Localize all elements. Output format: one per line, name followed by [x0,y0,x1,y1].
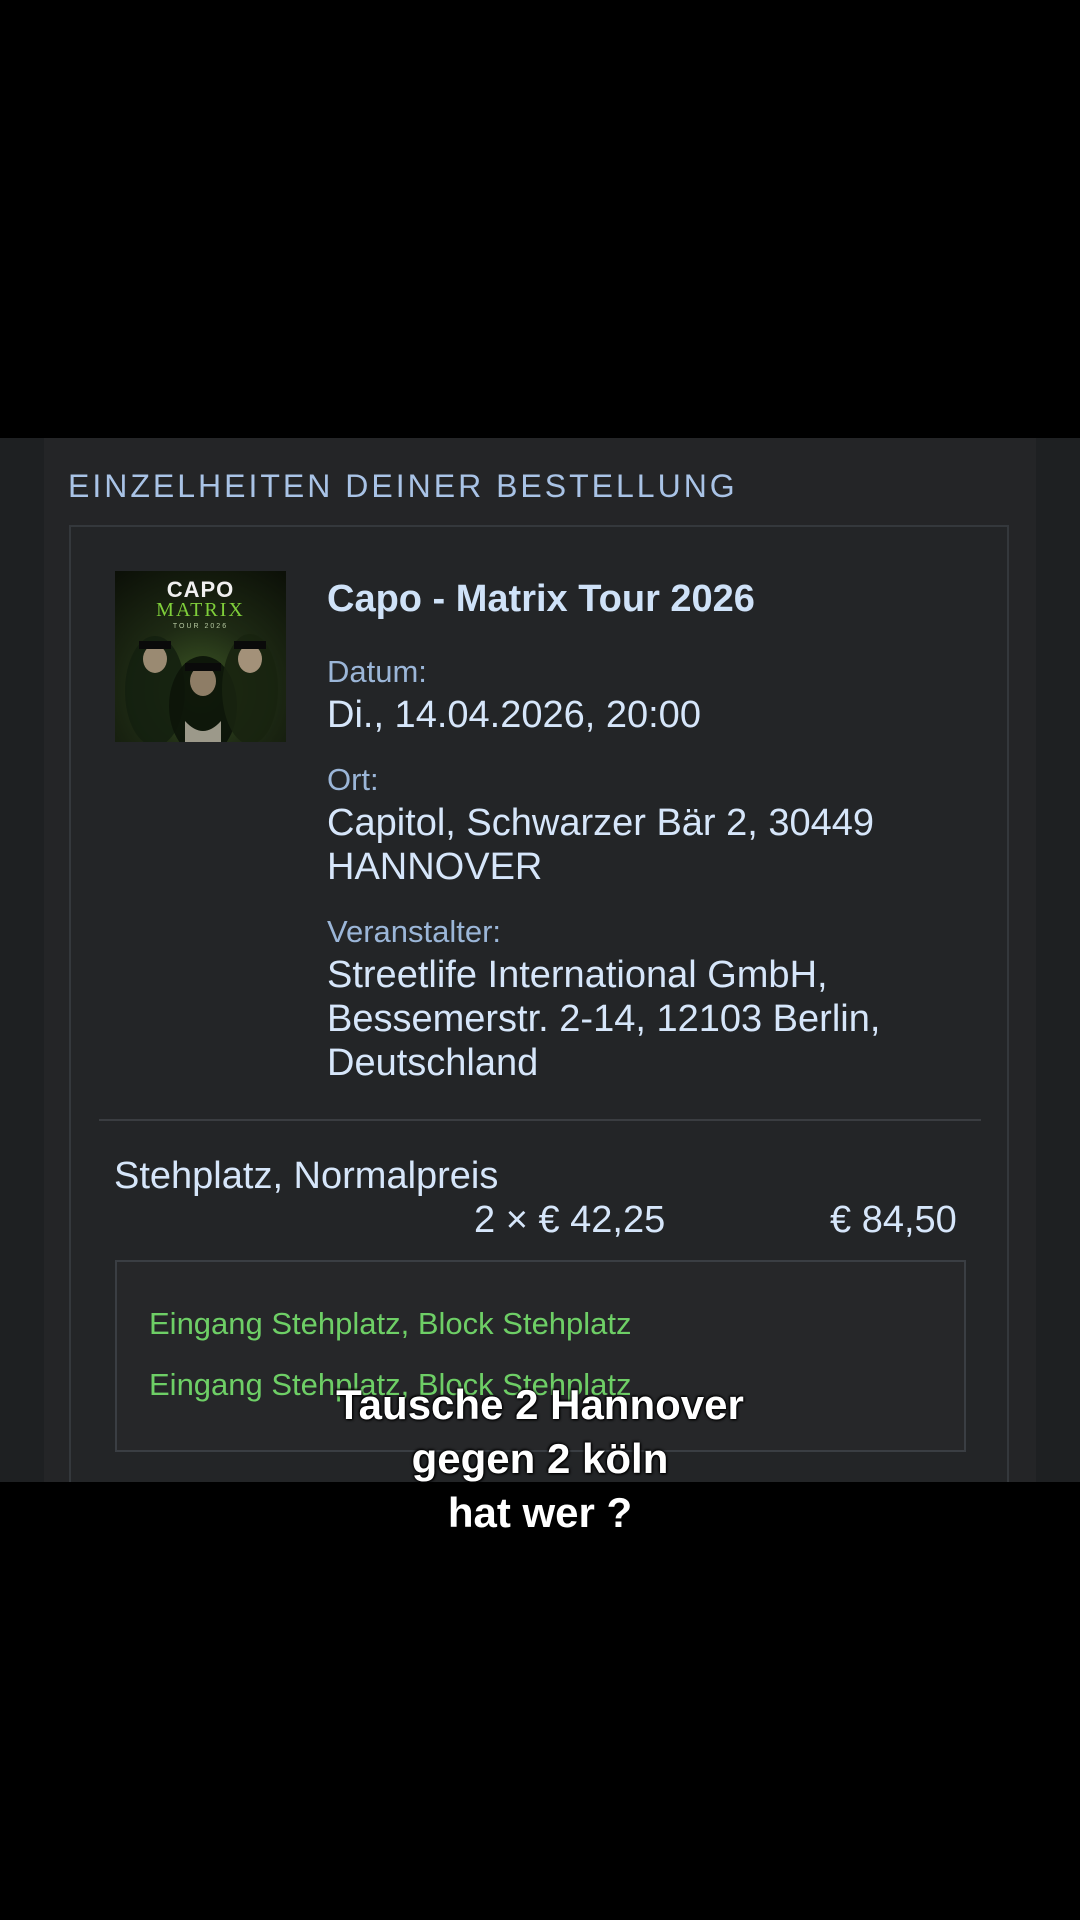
date-label: Datum: [327,654,427,689]
caption-line: Tausche 2 Hannover [336,1381,744,1428]
section-title: EINZELHEITEN DEINER BESTELLUNG [68,468,738,504]
event-title: Capo - Matrix Tour 2026 [327,578,755,620]
caption-line: gegen 2 köln [411,1435,669,1482]
event-poster-image: CAPO MATRIX TOUR 2026 [115,571,286,742]
divider [99,1119,981,1121]
venue-value: Capitol, Schwarzer Bär 2, 30449 HANNOVER [327,802,875,888]
ticket-type: Stehplatz, Normalpreis [114,1155,499,1197]
quantity-price: 2 × € 42,25 [474,1199,666,1241]
caption-line: hat wer ? [447,1489,633,1536]
organizer-label: Veranstalter: [327,914,502,949]
total-price: € 84,50 [830,1199,957,1241]
entry-line: Eingang Stehplatz, Block Stehplatz [149,1306,632,1341]
date-value: Di., 14.04.2026, 20:00 [327,694,701,736]
venue-label: Ort: [327,762,379,797]
poster-tour-text: TOUR 2026 [172,623,229,630]
organizer-value: Streetlife International GmbH, Bessemers… [327,954,881,1084]
bottom-black-area [0,1482,1080,1920]
video-caption-overlay: Tausche 2 Hannover gegen 2 köln hat wer … [0,1378,1080,1540]
poster-subtitle-text: MATRIX [156,599,245,621]
